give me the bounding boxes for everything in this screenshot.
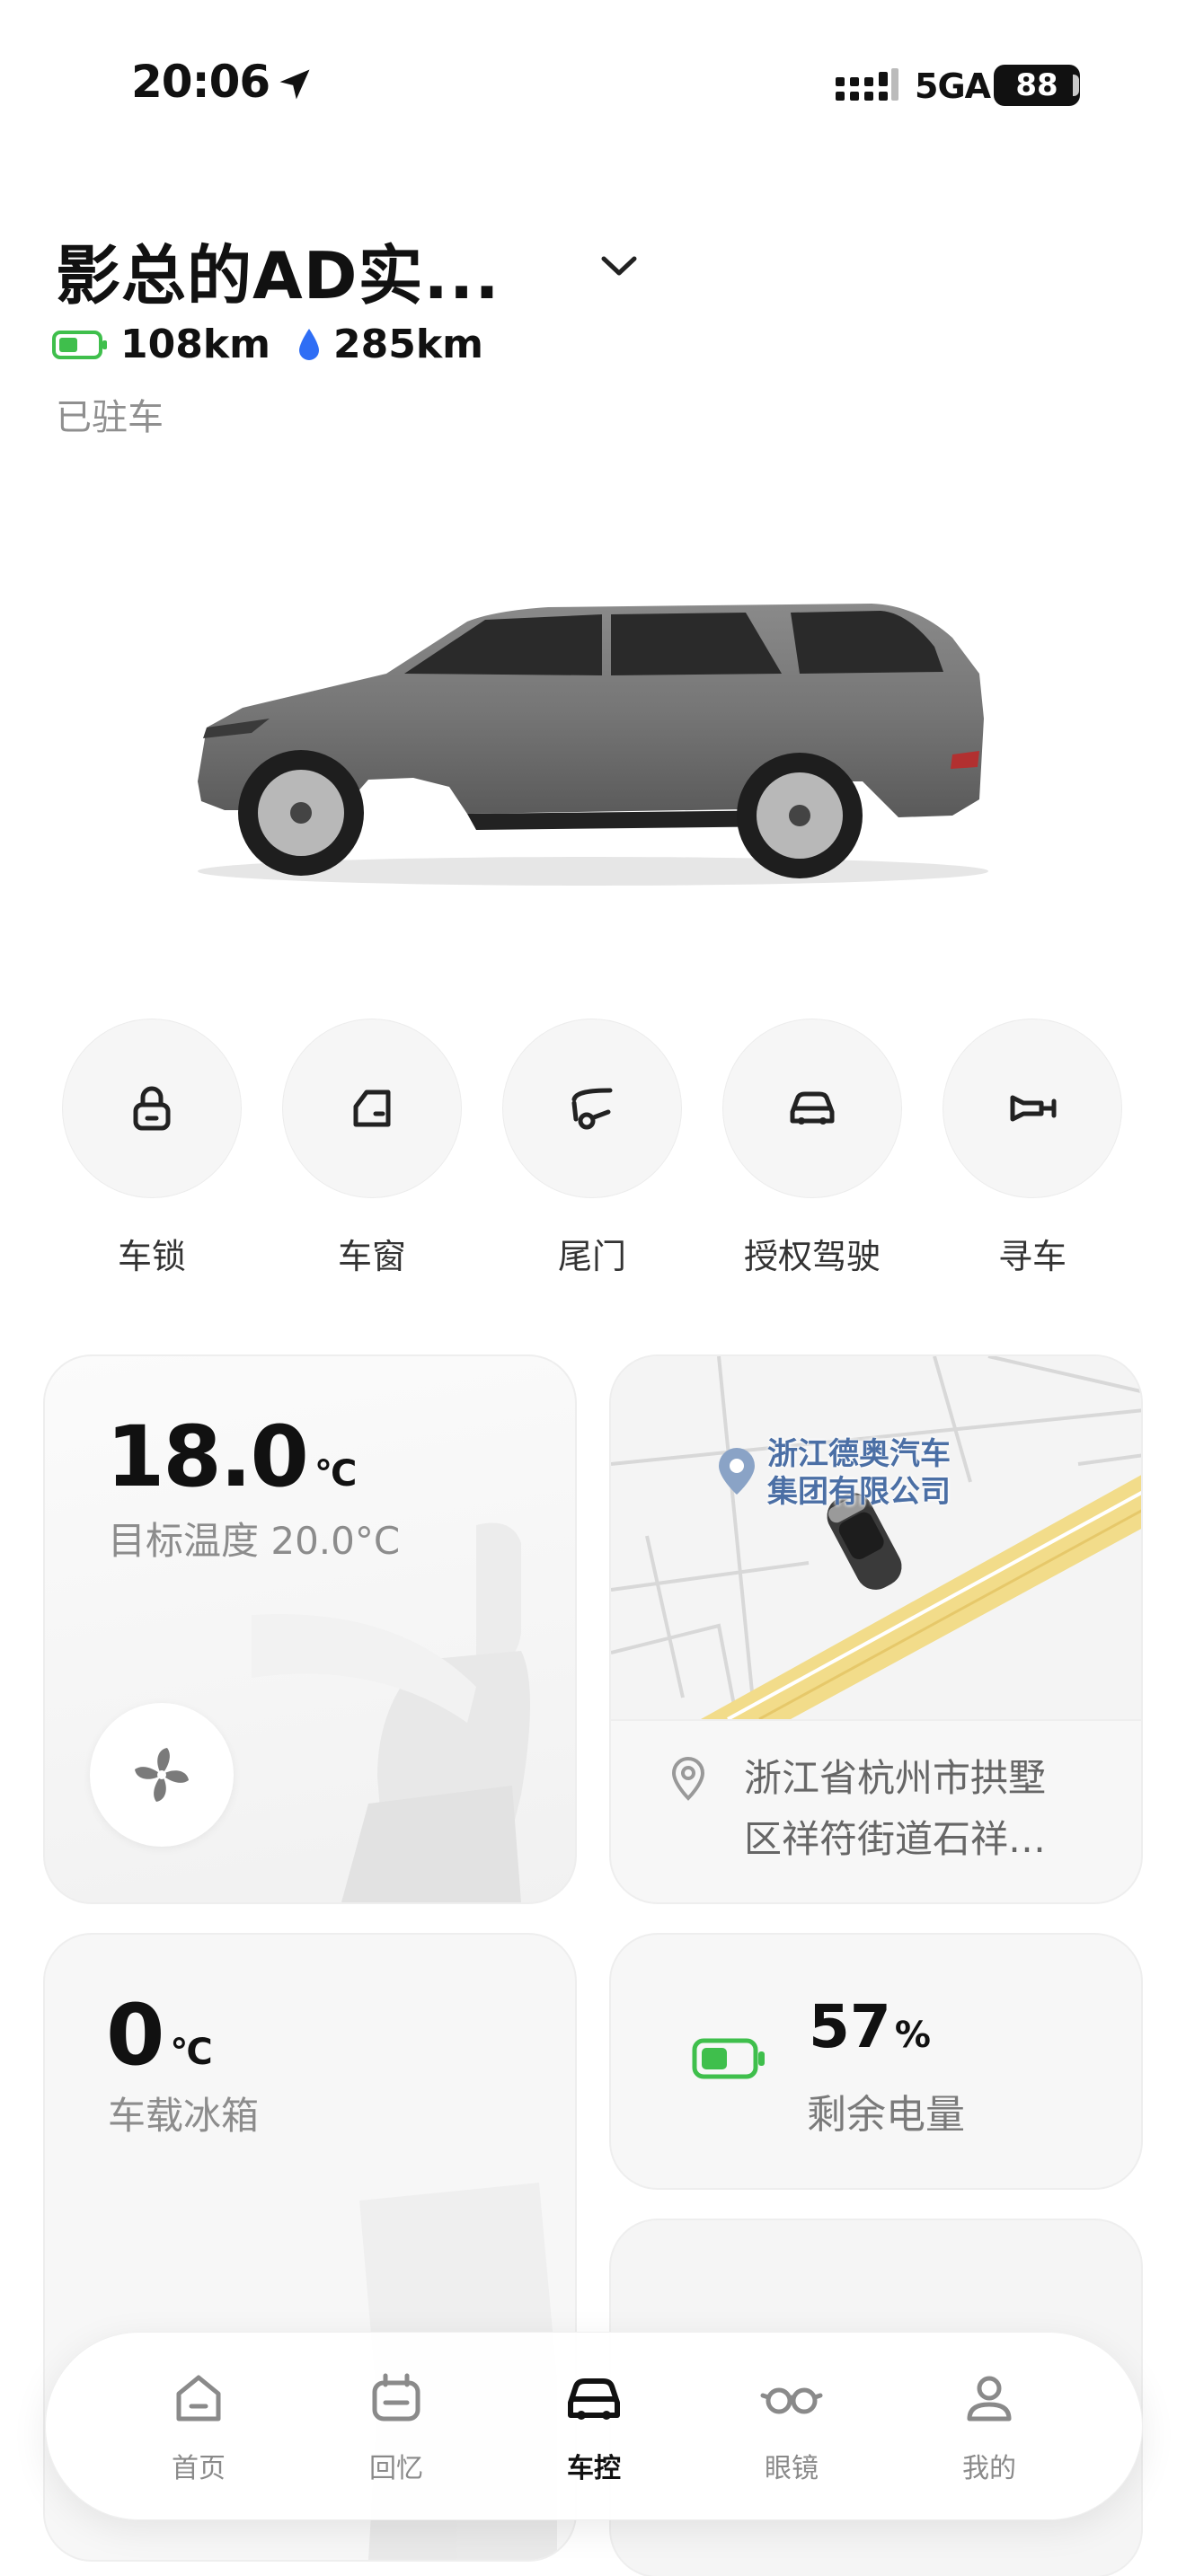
location-card[interactable]: 浙江德奥汽车 集团有限公司 浙江省杭州市拱墅 区祥符街道石祥… [609, 1354, 1143, 1904]
fridge-temperature-unit: °C [170, 2032, 212, 2073]
fridge-temperature: 0 °C [106, 1987, 213, 2085]
authorized-drive-icon [790, 1091, 835, 1125]
lock-button[interactable] [62, 1019, 242, 1198]
battery-level-icon [692, 2038, 765, 2079]
battery-icon [52, 330, 107, 359]
fuel-range: 285km [332, 322, 483, 367]
location-arrow-icon [279, 69, 310, 100]
seat-image [252, 1522, 530, 1902]
car-image [198, 604, 988, 886]
status-time: 20:06 [131, 56, 270, 108]
nav-car-control[interactable]: 车控 [522, 2367, 666, 2485]
glasses-icon [760, 2387, 823, 2414]
find-car-label: 寻车 [997, 1237, 1067, 1276]
lock-label: 车锁 [117, 1237, 186, 1276]
authorized-drive-button[interactable] [722, 1019, 902, 1198]
vehicle-name[interactable]: 影总的AD实... [56, 223, 500, 317]
window-control[interactable]: 车窗 [281, 1019, 463, 1278]
nav-memories-label: 回忆 [369, 2453, 423, 2484]
signal-icon [836, 68, 898, 101]
fan-icon [135, 1748, 189, 1802]
home-icon [176, 2375, 221, 2422]
nav-home[interactable]: 首页 [127, 2367, 270, 2485]
poi-label: 浙江德奥汽车 集团有限公司 [767, 1435, 951, 1511]
window-icon [353, 1090, 391, 1127]
window-label: 车窗 [337, 1237, 406, 1276]
range-row: 108km 285km [52, 322, 483, 367]
cabin-temperature: 18.0 °C [106, 1408, 357, 1506]
cabin-temperature-value: 18.0 [106, 1408, 309, 1506]
lock-control[interactable]: 车锁 [61, 1019, 243, 1278]
nav-profile-label: 我的 [962, 2453, 1016, 2484]
find-car-button[interactable] [943, 1019, 1122, 1198]
memories-icon [372, 2373, 420, 2422]
window-button[interactable] [282, 1019, 462, 1198]
tailgate-button[interactable] [502, 1019, 682, 1198]
chevron-down-icon[interactable] [597, 248, 642, 284]
tailgate-label: 尾门 [557, 1237, 626, 1276]
location-pin-icon [671, 1756, 705, 1801]
poi-line-1: 浙江德奥汽车 [767, 1436, 951, 1472]
authorized-drive-control[interactable]: 授权驾驶 [721, 1019, 903, 1278]
status-battery: 88 [994, 65, 1080, 106]
fan-button[interactable] [90, 1703, 234, 1847]
electric-range: 108km [120, 322, 270, 367]
battery-card[interactable]: 57% 剩余电量 [609, 1933, 1143, 2190]
horn-icon [1010, 1095, 1057, 1122]
battery-percent: 57% [809, 1992, 931, 2061]
map-divider [611, 1719, 1141, 1721]
cabin-temperature-unit: °C [314, 1453, 357, 1495]
address-line-1: 浙江省杭州市拱墅 [744, 1756, 1047, 1800]
map-view[interactable] [611, 1356, 1143, 1719]
profile-icon [967, 2376, 1012, 2422]
battery-label: 剩余电量 [807, 2092, 965, 2138]
fuel-drop-icon [298, 328, 319, 360]
nav-glasses[interactable]: 眼镜 [720, 2367, 863, 2485]
authorized-drive-label: 授权驾驶 [743, 1237, 881, 1276]
bottom-nav: 首页 回忆 车控 眼镜 我的 [45, 2332, 1143, 2520]
address-text: 浙江省杭州市拱墅 区祥符街道石祥… [744, 1748, 1121, 1870]
battery-percent-value: 57 [809, 1992, 891, 2061]
lock-icon [133, 1086, 171, 1131]
battery-percent-unit: % [894, 2015, 931, 2056]
nav-car-control-label: 车控 [567, 2453, 621, 2484]
parking-status: 已驻车 [56, 397, 164, 438]
address-line-2: 区祥符街道石祥… [744, 1817, 1047, 1861]
nav-glasses-label: 眼镜 [765, 2453, 819, 2484]
nav-memories[interactable]: 回忆 [324, 2367, 468, 2485]
status-battery-tip [1073, 75, 1079, 96]
find-car-control[interactable]: 寻车 [942, 1019, 1123, 1278]
fridge-temperature-value: 0 [106, 1987, 164, 2085]
network-type: 5GA [915, 66, 991, 106]
nav-home-label: 首页 [172, 2453, 226, 2484]
tailgate-control[interactable]: 尾门 [501, 1019, 683, 1278]
car-control-icon [568, 2378, 620, 2420]
climate-card[interactable]: 18.0 °C 目标温度 20.0°C [43, 1354, 577, 1904]
tailgate-icon [571, 1088, 613, 1130]
nav-profile[interactable]: 我的 [917, 2367, 1061, 2485]
poi-line-2: 集团有限公司 [767, 1474, 951, 1510]
fridge-label: 车载冰箱 [108, 2094, 260, 2138]
